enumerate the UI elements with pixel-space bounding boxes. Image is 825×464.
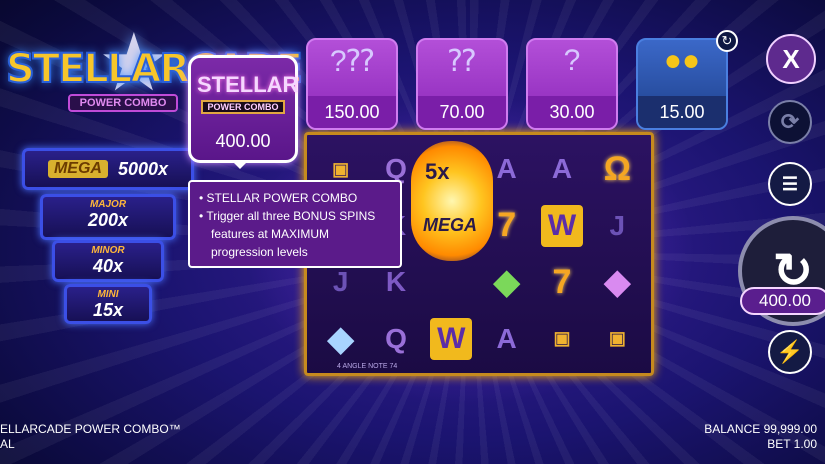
tooltip-line: progression levels — [211, 245, 308, 259]
wild-symbol-icon: W — [430, 317, 473, 360]
empty-cell — [424, 141, 479, 198]
game-title-line2: AL — [0, 437, 15, 451]
wild-symbol-icon: W — [540, 204, 583, 247]
jackpot-mini-label: MINI — [97, 289, 119, 300]
bonus-tile-15[interactable]: ●● 15.00 — [636, 38, 728, 130]
balance-text: BALANCE 99,999.00 — [704, 422, 817, 436]
tooltip-line: • STELLAR POWER COMBO — [199, 191, 358, 205]
jackpot-mega-label: MEGA — [47, 160, 108, 178]
j-symbol-icon: J — [609, 209, 626, 241]
bonus-tile-value: 30.00 — [528, 96, 616, 128]
jackpot-minor: MINOR 40x — [52, 240, 164, 282]
horseshoe-symbol-icon: Ω — [603, 149, 631, 188]
purple-gem-symbol-icon: ◆ — [604, 263, 631, 302]
turbo-bolt-icon[interactable]: ⚡ — [768, 330, 812, 374]
jackpot-mini: MINI 15x — [64, 284, 152, 324]
jackpot-major: MAJOR 200x — [40, 194, 176, 240]
jackpot-major-label: MAJOR — [89, 199, 127, 210]
tooltip-pointer — [232, 161, 248, 169]
seven-symbol-icon: 7 — [497, 206, 517, 245]
double-bonus-orb-icon: ⁇ — [448, 45, 476, 78]
stellar-tile-subtitle: POWER COMBO — [201, 100, 285, 114]
ruby-symbol-icon: ▣ — [608, 328, 626, 349]
bonus-tile-30[interactable]: ? 30.00 — [526, 38, 618, 130]
logo-subtitle: POWER COMBO — [68, 94, 178, 112]
single-bonus-orb-icon: ? — [563, 44, 581, 77]
coin-stack-icon[interactable]: ☰ — [768, 162, 812, 206]
stellar-power-combo-tile[interactable]: STELLAR POWER COMBO 400.00 — [188, 55, 298, 163]
gold-coins-icon: ●● — [663, 44, 701, 77]
blue-gem-symbol-icon: ◆ — [327, 319, 354, 358]
seven-symbol-icon: 7 — [552, 262, 572, 301]
reels-footer-text: 4 ANGLE NOTE 74 — [337, 363, 398, 370]
jackpot-minor-label: MINOR — [91, 245, 125, 256]
bonus-tile-150[interactable]: ?⁇ 150.00 — [306, 38, 398, 130]
jackpot-major-value: 200x — [87, 210, 129, 230]
jackpot-mega: MEGA 5000x — [22, 148, 194, 190]
stellar-tile-title: STELLAR — [197, 72, 299, 97]
close-button[interactable]: X — [766, 34, 816, 84]
autoplay-icon[interactable]: ⟳ — [768, 100, 812, 144]
q-symbol-icon: Q — [385, 322, 407, 354]
a-symbol-icon: A — [496, 153, 517, 185]
empty-cell — [424, 254, 479, 311]
a-symbol-icon: A — [551, 153, 573, 185]
bonus-tile-70[interactable]: ⁇ 70.00 — [416, 38, 508, 130]
tooltip-line: • Trigger all three BONUS SPINS — [199, 209, 376, 223]
ruby-symbol-icon: ▣ — [553, 328, 571, 349]
stellar-tile-value: 400.00 — [215, 131, 271, 151]
bet-text: BET 1.00 — [767, 437, 817, 451]
game-title-footer: ELLARCADE POWER COMBO™ AL — [0, 422, 181, 452]
balance-panel: BALANCE 99,999.00 BET 1.00 — [704, 422, 817, 452]
triple-bonus-orb-icon: ?⁇ — [329, 45, 375, 78]
tooltip-line: features at MAXIMUM — [211, 227, 330, 241]
green-gem-symbol-icon: ◆ — [493, 263, 520, 302]
feature-tooltip: • STELLAR POWER COMBO • Trigger all thre… — [188, 180, 402, 268]
bonus-tile-value: 70.00 — [418, 96, 506, 128]
a-symbol-icon: A — [496, 322, 517, 354]
empty-cell — [424, 198, 479, 255]
jackpot-minor-value: 40x — [92, 256, 124, 276]
bonus-tile-value: 150.00 — [308, 96, 396, 128]
jackpot-mini-value: 15x — [92, 300, 124, 320]
refresh-icon[interactable]: ↻ — [716, 30, 738, 52]
bet-display[interactable]: 400.00 — [740, 287, 825, 315]
bonus-tile-value: 15.00 — [638, 96, 726, 128]
jackpot-mega-value: 5000x — [117, 158, 169, 179]
game-title-line1: ELLARCADE POWER COMBO™ — [0, 422, 181, 436]
